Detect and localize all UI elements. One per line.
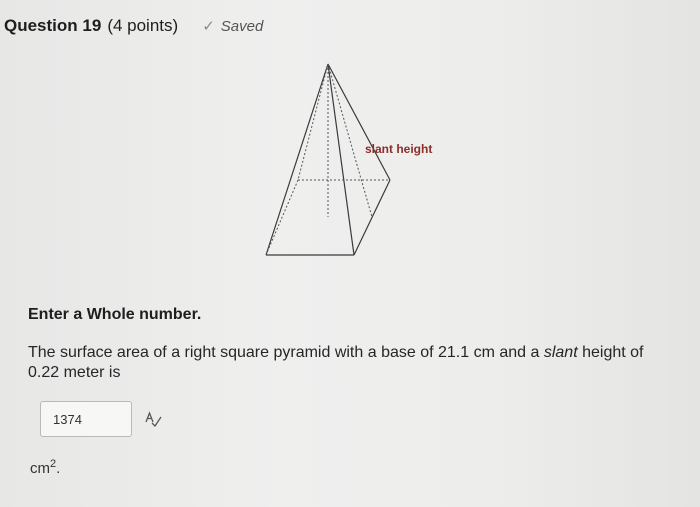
answer-input[interactable] (40, 401, 132, 437)
pyramid-base-edge (353, 179, 391, 256)
pyramid-edge (327, 63, 355, 256)
question-points: (4 points) (107, 16, 179, 35)
unit-label: cm2. (30, 458, 60, 477)
pyramid-edge (327, 63, 391, 181)
question-text: The surface area of a right square pyram… (28, 343, 678, 383)
saved-label: Saved (220, 17, 264, 35)
question-slant-word: slant (543, 344, 578, 361)
question-page: Question 19 (4 points) ✓ Saved slant hei… (0, 0, 700, 507)
hidden-edge (297, 63, 329, 181)
hidden-edge (265, 179, 299, 256)
pyramid-figure: slant height (250, 52, 450, 267)
check-icon: ✓ (202, 18, 215, 35)
unit-suffix: . (56, 460, 61, 477)
instruction-text: Enter a Whole number. (28, 306, 202, 323)
slant-height-line (327, 63, 373, 218)
slant-height-label: slant height (365, 142, 432, 156)
question-text-part1: The surface area of a right square pyram… (28, 344, 544, 361)
spell-check-icon[interactable] (144, 411, 162, 428)
unit-base: cm (30, 460, 50, 477)
pyramid-diagram: slant height (265, 63, 432, 256)
pyramid-edge (265, 63, 329, 256)
spell-check-glyph (145, 411, 162, 428)
question-title: Question 19 (4, 16, 102, 35)
saved-status: ✓ Saved (202, 17, 264, 36)
question-header: Question 19 (4 points) ✓ Saved (4, 16, 263, 36)
